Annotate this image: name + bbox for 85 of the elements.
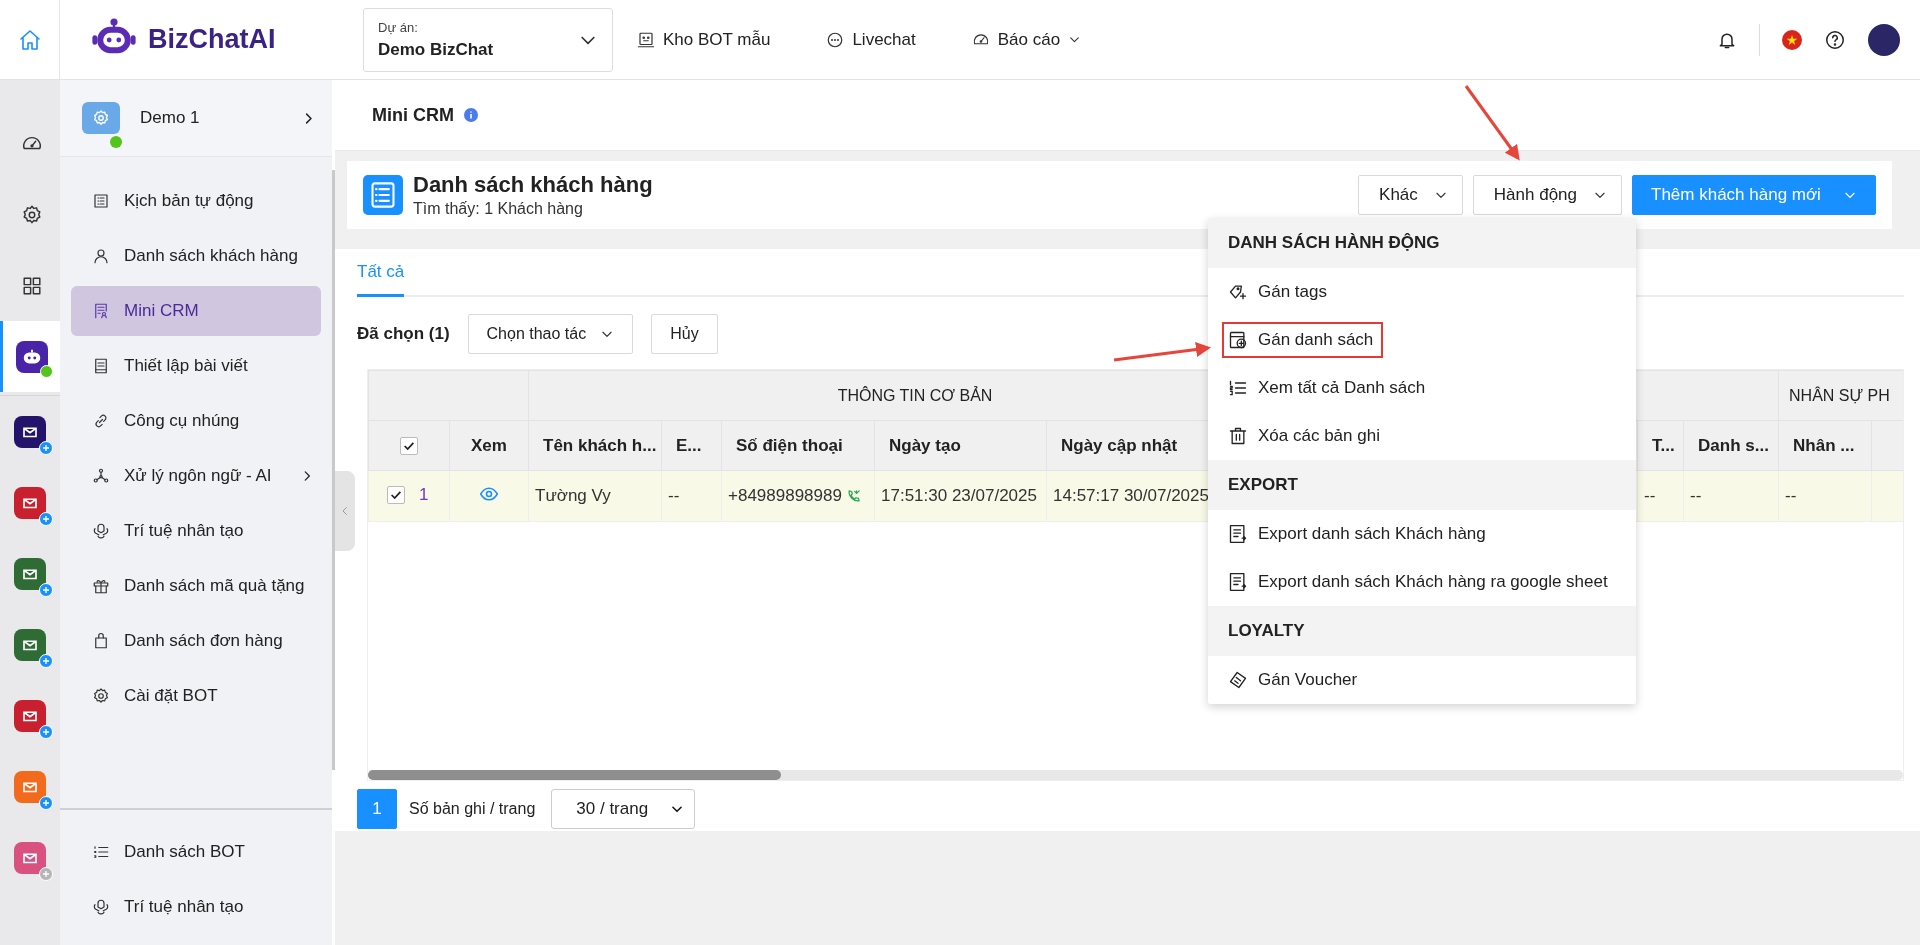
app-icon[interactable] <box>14 628 46 661</box>
action-select[interactable]: Chọn thao tác <box>467 314 634 354</box>
sidebar-item[interactable]: Xử lý ngôn ngữ - AI <box>71 451 321 501</box>
column-header: E... <box>661 420 722 471</box>
settings-icon <box>92 109 110 127</box>
chat-icon <box>826 30 845 49</box>
table-cell: -- <box>661 470 722 522</box>
list-add-icon <box>1228 330 1248 350</box>
menu-item[interactable]: Gán danh sách <box>1222 322 1384 358</box>
menu-section-header: LOYALTY <box>1208 606 1636 656</box>
flag-icon[interactable] <box>1782 29 1802 50</box>
table-cell: 17:51:30 23/07/2025 <box>874 470 1047 522</box>
sidebar-item[interactable]: Trí tuệ nhân tạo <box>71 882 321 932</box>
sidebar-item[interactable]: Cài đặt BOT <box>71 671 321 721</box>
sidebar-item[interactable]: Danh sách BOT <box>71 827 321 877</box>
document-user-icon <box>92 302 110 320</box>
bag-icon <box>92 632 110 650</box>
nav-link[interactable]: Báo cáo <box>971 29 1082 50</box>
menu-section-header: DANH SÁCH HÀNH ĐỘNG <box>1208 218 1636 268</box>
help-icon <box>1824 28 1846 51</box>
column-header: Xem <box>449 420 529 471</box>
dropdown-button[interactable]: Khác <box>1358 175 1463 215</box>
column-header: Danh s... <box>1683 420 1779 471</box>
numbered-list-icon <box>1228 378 1248 398</box>
column-header: Ngày tạo <box>874 420 1047 471</box>
table-cell: -- <box>1683 470 1779 522</box>
sidebar-item[interactable]: Trí tuệ nhân tạo <box>71 506 321 556</box>
robot-icon <box>637 30 655 49</box>
column-header: Số điện thoại <box>721 420 875 471</box>
list-icon <box>92 843 110 861</box>
column-header: T... <box>1637 420 1684 471</box>
table-cell: +84989898989 <box>728 486 842 506</box>
row-number: 1 <box>419 485 429 505</box>
sidebar-item[interactable]: Mini CRM <box>71 286 321 336</box>
logo-text: BizChatAI <box>148 24 276 55</box>
cancel-button[interactable]: Hủy <box>651 314 718 354</box>
export-icon <box>1228 572 1248 592</box>
table-cell: -- <box>1778 470 1872 522</box>
dropdown-button[interactable]: Hành động <box>1472 175 1622 215</box>
bot-name: Demo 1 <box>140 108 201 128</box>
selected-count: Đã chọn (1) <box>357 324 450 344</box>
app-icon[interactable] <box>14 557 46 590</box>
menu-item[interactable]: Gán tags <box>1222 274 1337 310</box>
trash-icon <box>1228 426 1248 446</box>
nav-link[interactable]: Livechat <box>826 29 916 50</box>
menu-item[interactable]: Gán Voucher <box>1222 662 1368 698</box>
column-header: Nhân ... <box>1778 420 1872 471</box>
menu-section-header: EXPORT <box>1208 460 1636 510</box>
grid-icon <box>20 274 43 297</box>
result-count: Tìm thấy: 1 Khách hàng <box>413 200 584 218</box>
info-icon <box>464 108 478 122</box>
table-cell: Tường Vy <box>528 470 662 522</box>
sidebar-item[interactable]: Thiết lập bài viết <box>71 341 321 391</box>
collapse-handle[interactable] <box>335 471 355 551</box>
ticket-icon <box>1228 670 1248 690</box>
network-icon <box>92 467 110 485</box>
settings-icon <box>92 687 110 705</box>
sidebar-item[interactable]: Công cụ nhúng <box>71 396 321 446</box>
gift-icon <box>92 577 110 595</box>
list-icon <box>92 192 110 210</box>
app-icon[interactable] <box>14 415 46 448</box>
list-icon <box>369 181 397 209</box>
document-icon <box>92 357 110 375</box>
page-title: Mini CRM <box>372 104 454 126</box>
sidebar-item[interactable]: Danh sách khách hàng <box>71 231 321 281</box>
export-icon <box>1228 524 1248 544</box>
page-size-label: Số bản ghi / trang <box>409 800 536 818</box>
horizontal-scrollbar[interactable] <box>368 770 1903 780</box>
list-title: Danh sách khách hàng <box>413 172 653 198</box>
sidebar-item[interactable]: Kịch bản tự động <box>71 176 321 226</box>
sidebar-item[interactable]: Danh sách đơn hàng <box>71 616 321 666</box>
phone-icon <box>845 488 861 504</box>
column-group-header: NHÂN SỰ PH <box>1778 370 1903 421</box>
nav-link[interactable]: Kho BOT mẫu <box>637 29 771 50</box>
project-select[interactable]: Dự án: Demo BizChat <box>363 7 613 72</box>
table-cell: -- <box>1637 470 1684 522</box>
user-icon <box>92 247 110 265</box>
avatar[interactable] <box>1868 23 1900 56</box>
checkbox[interactable] <box>387 486 405 504</box>
column-header: Tên khách h... <box>528 420 662 471</box>
home-icon <box>17 27 42 52</box>
sidebar-item[interactable]: Danh sách mã quà tặng <box>71 561 321 611</box>
menu-item[interactable]: Export danh sách Khách hàng ra google sheet <box>1222 564 1618 600</box>
checkbox[interactable] <box>400 437 418 455</box>
page-size-select[interactable]: 30 / trang <box>551 789 696 829</box>
